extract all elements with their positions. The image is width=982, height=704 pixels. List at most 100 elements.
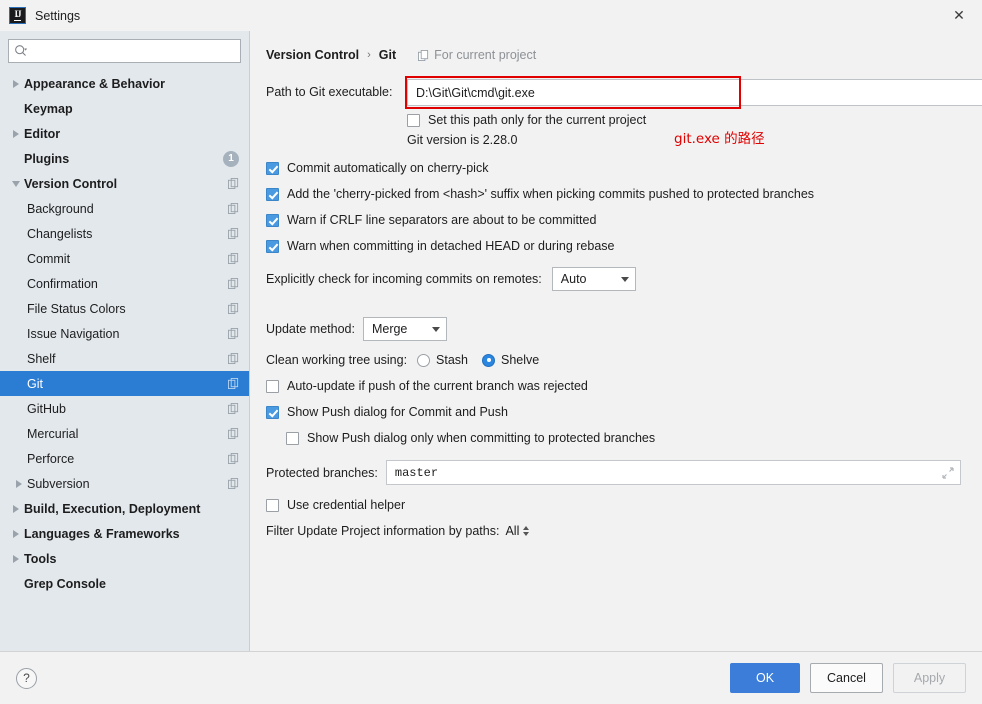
window-title: Settings bbox=[35, 8, 81, 23]
spinner-arrows-icon[interactable] bbox=[523, 526, 530, 536]
show-push-dialog-label: Show Push dialog for Commit and Push bbox=[287, 405, 508, 419]
sidebar-item-subversion[interactable]: Subversion bbox=[0, 471, 249, 496]
sidebar-item-issue-navigation[interactable]: Issue Navigation bbox=[0, 321, 249, 346]
protected-branches-row: Protected branches: bbox=[266, 460, 966, 485]
incoming-commits-value: Auto bbox=[560, 272, 587, 286]
sidebar-item-label: Plugins bbox=[24, 151, 70, 166]
expand-icon[interactable] bbox=[942, 466, 954, 479]
sidebar-item-commit[interactable]: Commit bbox=[0, 246, 249, 271]
search-wrapper bbox=[0, 39, 249, 71]
sidebar-item-label: Git bbox=[27, 376, 43, 391]
copy-icon bbox=[228, 178, 239, 189]
ok-button[interactable]: OK bbox=[730, 663, 800, 693]
git-executable-input[interactable] bbox=[407, 79, 982, 106]
sidebar-item-languages-frameworks[interactable]: Languages & Frameworks bbox=[0, 521, 249, 546]
sidebar-item-github[interactable]: GitHub bbox=[0, 396, 249, 421]
tree-arrow-cell[interactable] bbox=[8, 504, 24, 513]
help-icon[interactable]: ? bbox=[16, 667, 37, 689]
radio-stash[interactable] bbox=[417, 353, 431, 367]
git-option-checkbox[interactable] bbox=[266, 161, 279, 175]
settings-tree: Appearance & Behavior Keymap Editor Plugins… bbox=[0, 71, 249, 651]
sidebar-item-grep-console[interactable]: Grep Console bbox=[0, 571, 249, 596]
tree-arrow-cell[interactable] bbox=[11, 479, 27, 488]
tree-arrow-cell[interactable] bbox=[8, 554, 24, 563]
clean-working-tree-row: Clean working tree using: Stash Shelve bbox=[266, 353, 966, 367]
path-label: Path to Git executable: bbox=[266, 85, 393, 99]
update-method-select[interactable]: Merge bbox=[362, 317, 447, 341]
sidebar-item-label: Editor bbox=[24, 126, 61, 141]
sidebar-item-git[interactable]: Git bbox=[0, 371, 249, 396]
incoming-commits-select[interactable]: Auto bbox=[551, 267, 636, 291]
dialog-body: Appearance & Behavior Keymap Editor Plugins… bbox=[0, 31, 982, 651]
breadcrumb: Version Control › Git For current projec… bbox=[266, 45, 966, 65]
git-option-checkbox[interactable] bbox=[266, 239, 279, 253]
radio-shelve-label: Shelve bbox=[501, 353, 540, 367]
show-push-dialog-checkbox[interactable] bbox=[266, 405, 279, 419]
sidebar-item-label: File Status Colors bbox=[27, 301, 126, 316]
copy-icon bbox=[228, 478, 239, 489]
set-path-only-checkbox[interactable] bbox=[407, 113, 420, 127]
filter-paths-row: Filter Update Project information by pat… bbox=[266, 524, 966, 538]
update-method-value: Merge bbox=[371, 322, 408, 336]
auto-update-row: Auto-update if push of the current branc… bbox=[266, 379, 966, 393]
sidebar-item-shelf[interactable]: Shelf bbox=[0, 346, 249, 371]
chevron-right-icon bbox=[13, 554, 19, 563]
search-icon bbox=[15, 45, 28, 56]
sidebar-item-appearance-behavior[interactable]: Appearance & Behavior bbox=[0, 71, 249, 96]
tree-arrow-cell[interactable] bbox=[8, 129, 24, 138]
close-icon[interactable]: ✕ bbox=[936, 0, 982, 31]
incoming-commits-row: Explicitly check for incoming commits on… bbox=[266, 267, 966, 291]
search-input[interactable] bbox=[31, 44, 235, 58]
git-option-checkbox[interactable] bbox=[266, 187, 279, 201]
sidebar-item-confirmation[interactable]: Confirmation bbox=[0, 271, 249, 296]
copy-icon bbox=[228, 428, 239, 439]
sidebar-item-mercurial[interactable]: Mercurial bbox=[0, 421, 249, 446]
apply-button[interactable]: Apply bbox=[893, 663, 966, 693]
show-push-protected-checkbox[interactable] bbox=[286, 431, 299, 445]
copy-icon bbox=[228, 253, 239, 264]
protected-branches-input[interactable] bbox=[392, 464, 942, 481]
set-path-only-row: Set this path only for the current proje… bbox=[266, 113, 966, 127]
sidebar-item-label: Perforce bbox=[27, 451, 75, 466]
tree-arrow-cell[interactable] bbox=[8, 79, 24, 88]
breadcrumb-root[interactable]: Version Control bbox=[266, 48, 359, 62]
use-credential-helper-checkbox[interactable] bbox=[266, 498, 279, 512]
auto-update-checkbox[interactable] bbox=[266, 379, 279, 393]
filter-paths-value[interactable]: All bbox=[505, 524, 519, 538]
copy-icon bbox=[228, 378, 239, 389]
tree-arrow-cell[interactable] bbox=[8, 529, 24, 538]
settings-sidebar: Appearance & Behavior Keymap Editor Plugins… bbox=[0, 31, 250, 651]
plugin-update-badge: 1 bbox=[223, 150, 239, 167]
protected-branches-field[interactable] bbox=[385, 460, 961, 485]
sidebar-item-label: Issue Navigation bbox=[27, 326, 120, 341]
tree-arrow-cell[interactable] bbox=[8, 180, 24, 187]
sidebar-item-editor[interactable]: Editor bbox=[0, 121, 249, 146]
sidebar-item-label: Grep Console bbox=[24, 576, 106, 591]
cancel-button[interactable]: Cancel bbox=[810, 663, 883, 693]
sidebar-item-build-execution-deployment[interactable]: Build, Execution, Deployment bbox=[0, 496, 249, 521]
git-option-label: Warn if CRLF line separators are about t… bbox=[287, 213, 597, 227]
protected-branches-label: Protected branches: bbox=[266, 465, 378, 480]
sidebar-item-changelists[interactable]: Changelists bbox=[0, 221, 249, 246]
copy-icon bbox=[228, 278, 239, 289]
sidebar-item-tools[interactable]: Tools bbox=[0, 546, 249, 571]
sidebar-item-plugins[interactable]: Plugins 1 bbox=[0, 146, 249, 171]
sidebar-item-background[interactable]: Background bbox=[0, 196, 249, 221]
radio-shelve[interactable] bbox=[482, 353, 496, 367]
use-credential-helper-label: Use credential helper bbox=[287, 498, 406, 512]
copy-icon bbox=[228, 203, 239, 214]
git-option-checkbox[interactable] bbox=[266, 213, 279, 227]
sidebar-item-label: Commit bbox=[27, 251, 71, 266]
git-version-row: Git version is 2.28.0 bbox=[266, 133, 966, 147]
search-box[interactable] bbox=[8, 39, 241, 63]
sidebar-item-file-status-colors[interactable]: File Status Colors bbox=[0, 296, 249, 321]
sidebar-item-label: Version Control bbox=[24, 176, 118, 191]
git-option-row: Commit automatically on cherry-pick bbox=[266, 161, 966, 175]
sidebar-item-keymap[interactable]: Keymap bbox=[0, 96, 249, 121]
use-credential-helper-row: Use credential helper bbox=[266, 498, 966, 512]
sidebar-item-perforce[interactable]: Perforce bbox=[0, 446, 249, 471]
sidebar-item-version-control[interactable]: Version Control bbox=[0, 171, 249, 196]
auto-update-label: Auto-update if push of the current branc… bbox=[287, 379, 588, 393]
scope-note: For current project bbox=[418, 48, 536, 62]
dialog-footer: ? OK Cancel Apply bbox=[0, 651, 982, 704]
